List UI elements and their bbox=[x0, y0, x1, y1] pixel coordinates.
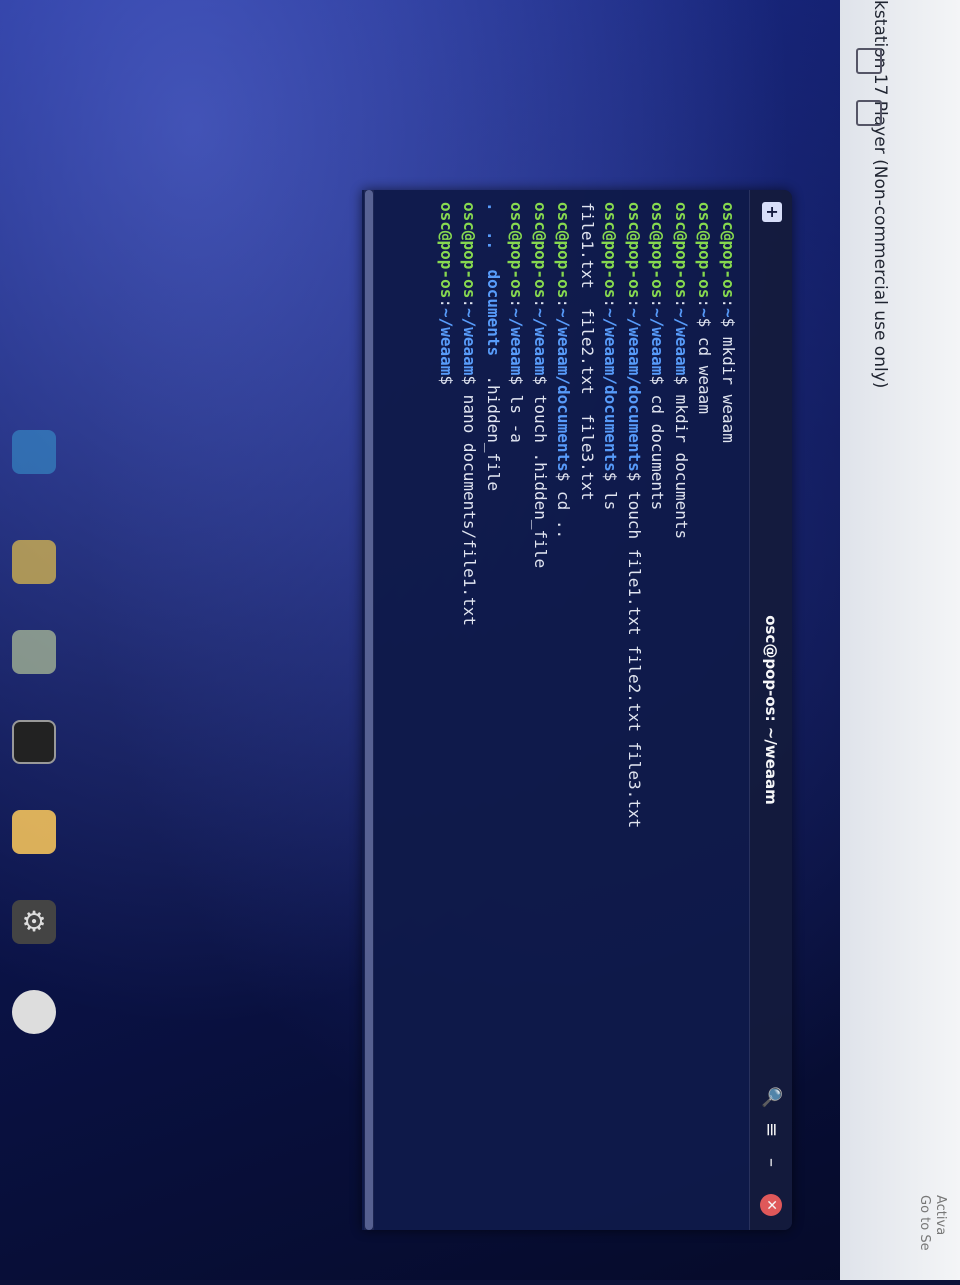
prompt-user: osc@pop-os bbox=[625, 202, 644, 299]
prompt-separator: : bbox=[625, 298, 644, 308]
command-text: mkdir weaam bbox=[719, 327, 738, 443]
prompt-dollar: $ bbox=[531, 375, 550, 386]
command-text: touch .hidden_file bbox=[531, 385, 550, 569]
vmware-player-bar bbox=[840, 0, 960, 1280]
prompt-separator: : bbox=[601, 298, 621, 308]
prompt-user: osc@pop-os bbox=[601, 202, 621, 299]
command-text: nano documents/file1.txt bbox=[460, 385, 480, 626]
terminal-icon[interactable] bbox=[12, 720, 56, 764]
ls-entry: .hidden_file bbox=[484, 375, 503, 491]
prompt-separator: : bbox=[531, 298, 550, 308]
prompt-path: ~/weaam bbox=[672, 307, 691, 376]
prompt-path: ~/weaam bbox=[507, 307, 527, 376]
command-text: mkdir documents bbox=[672, 385, 691, 540]
terminal-line: osc@pop-os:~/weaam$ bbox=[435, 202, 459, 1212]
prompt-dollar: $ bbox=[507, 375, 527, 386]
terminal-line: osc@pop-os:~/weaam/documents$ touch file… bbox=[623, 202, 647, 1212]
prompt-separator: : bbox=[648, 298, 668, 308]
activate-line2: Go to Se bbox=[917, 1195, 932, 1251]
prompt-user: osc@pop-os bbox=[531, 202, 550, 299]
prompt-user: osc@pop-os bbox=[719, 202, 738, 299]
terminal-window: + osc@pop-os: ~/weaam 🔍 ≡ – ✕ osc@pop-os… bbox=[362, 190, 792, 1230]
command-text: cd .. bbox=[554, 481, 574, 540]
prompt-path: ~ bbox=[719, 307, 738, 318]
prompt-path: ~/weaam/documents bbox=[554, 307, 574, 472]
prompt-separator: : bbox=[719, 298, 738, 308]
hamburger-menu-icon[interactable]: ≡ bbox=[760, 1122, 782, 1144]
terminal-line: . .. documents .hidden_file bbox=[482, 202, 506, 1212]
terminal-line: osc@pop-os:~/weaam$ cd documents bbox=[646, 202, 670, 1212]
prompt-path: ~/weaam/documents bbox=[601, 307, 621, 472]
prompt-user: osc@pop-os bbox=[460, 202, 480, 299]
command-text: cd documents bbox=[648, 385, 668, 511]
prompt-user: osc@pop-os bbox=[554, 202, 574, 299]
terminal-line: osc@pop-os:~$ cd weaam bbox=[693, 202, 717, 1212]
window-title: osc@pop-os: ~/weaam bbox=[762, 615, 780, 805]
prompt-user: osc@pop-os bbox=[672, 202, 691, 299]
prompt-path: ~ bbox=[695, 307, 715, 318]
prompt-separator: : bbox=[554, 298, 574, 308]
command-output: file1.txt file2.txt file3.txt bbox=[578, 202, 597, 501]
ls-entry: . bbox=[484, 202, 503, 212]
prompt-dollar: $ bbox=[695, 317, 715, 328]
prompt-path: ~/weaam/documents bbox=[625, 307, 644, 472]
prompt-user: osc@pop-os bbox=[648, 202, 668, 299]
dock-app-icon[interactable] bbox=[12, 540, 56, 584]
prompt-dollar: $ bbox=[625, 471, 644, 482]
prompt-separator: : bbox=[695, 298, 715, 308]
command-text: ls -a bbox=[507, 385, 527, 443]
prompt-dollar: $ bbox=[554, 471, 574, 482]
prompt-separator: : bbox=[437, 298, 456, 308]
command-text: ls bbox=[601, 481, 621, 511]
terminal-line: osc@pop-os:~/weaam/documents$ ls bbox=[599, 202, 623, 1212]
prompt-dollar: $ bbox=[672, 375, 691, 386]
activate-windows-watermark: Activa Go to Se bbox=[908, 1195, 948, 1285]
terminal-line: osc@pop-os:~/weaam$ mkdir documents bbox=[670, 202, 694, 1212]
command-text: touch file1.txt file2.txt file3.txt bbox=[625, 481, 644, 829]
scrollbar[interactable] bbox=[364, 190, 374, 1230]
command-text: cd weaam bbox=[695, 327, 715, 414]
terminal-line: osc@pop-os:~/weaam$ touch .hidden_file bbox=[529, 202, 553, 1212]
settings-gear-icon[interactable]: ⚙ bbox=[12, 900, 56, 944]
ls-entry: documents bbox=[484, 269, 503, 357]
terminal-line: file1.txt file2.txt file3.txt bbox=[576, 202, 600, 1212]
prompt-user: osc@pop-os bbox=[437, 202, 456, 299]
terminal-titlebar: + osc@pop-os: ~/weaam 🔍 ≡ – ✕ bbox=[749, 190, 792, 1230]
prompt-path: ~/weaam bbox=[460, 307, 480, 376]
dock-app-icon[interactable] bbox=[12, 630, 56, 674]
dock: ⚙ bbox=[0, 430, 78, 1210]
prompt-user: osc@pop-os bbox=[507, 202, 527, 299]
terminal-output[interactable]: osc@pop-os:~$ mkdir weaam osc@pop-os:~$ c… bbox=[370, 202, 740, 1212]
prompt-separator: : bbox=[507, 298, 527, 308]
prompt-dollar: $ bbox=[601, 471, 621, 482]
terminal-line: osc@pop-os:~/weaam/documents$ cd .. bbox=[552, 202, 576, 1212]
player-title: kstation 17 Player (Non-commercial use o… bbox=[870, 0, 890, 389]
prompt-path: ~/weaam bbox=[531, 307, 550, 376]
disc-icon[interactable] bbox=[12, 990, 56, 1034]
dock-app-icon[interactable] bbox=[12, 430, 56, 474]
search-icon[interactable]: 🔍 bbox=[760, 1086, 782, 1108]
scroll-thumb[interactable] bbox=[365, 190, 373, 1230]
ls-entry: .. bbox=[484, 230, 503, 251]
unity-icon[interactable] bbox=[856, 100, 882, 126]
minimize-icon[interactable]: – bbox=[760, 1158, 782, 1180]
terminal-line: osc@pop-os:~/weaam$ ls -a bbox=[505, 202, 529, 1212]
prompt-path: ~/weaam bbox=[437, 307, 456, 376]
prompt-dollar: $ bbox=[648, 375, 668, 386]
files-icon[interactable] bbox=[12, 810, 56, 854]
prompt-user: osc@pop-os bbox=[695, 202, 715, 299]
prompt-dollar: $ bbox=[460, 375, 480, 386]
prompt-dollar: $ bbox=[719, 317, 738, 328]
terminal-line: osc@pop-os:~$ mkdir weaam bbox=[717, 202, 741, 1212]
close-icon[interactable]: ✕ bbox=[760, 1194, 782, 1216]
prompt-path: ~/weaam bbox=[648, 307, 668, 376]
terminal-line: osc@pop-os:~/weaam$ nano documents/file1… bbox=[458, 202, 482, 1212]
fullscreen-icon[interactable] bbox=[856, 48, 882, 74]
prompt-separator: : bbox=[460, 298, 480, 308]
prompt-dollar: $ bbox=[437, 375, 456, 386]
prompt-separator: : bbox=[672, 298, 691, 308]
activate-line1: Activa bbox=[933, 1195, 948, 1236]
player-toolbar bbox=[846, 38, 896, 158]
